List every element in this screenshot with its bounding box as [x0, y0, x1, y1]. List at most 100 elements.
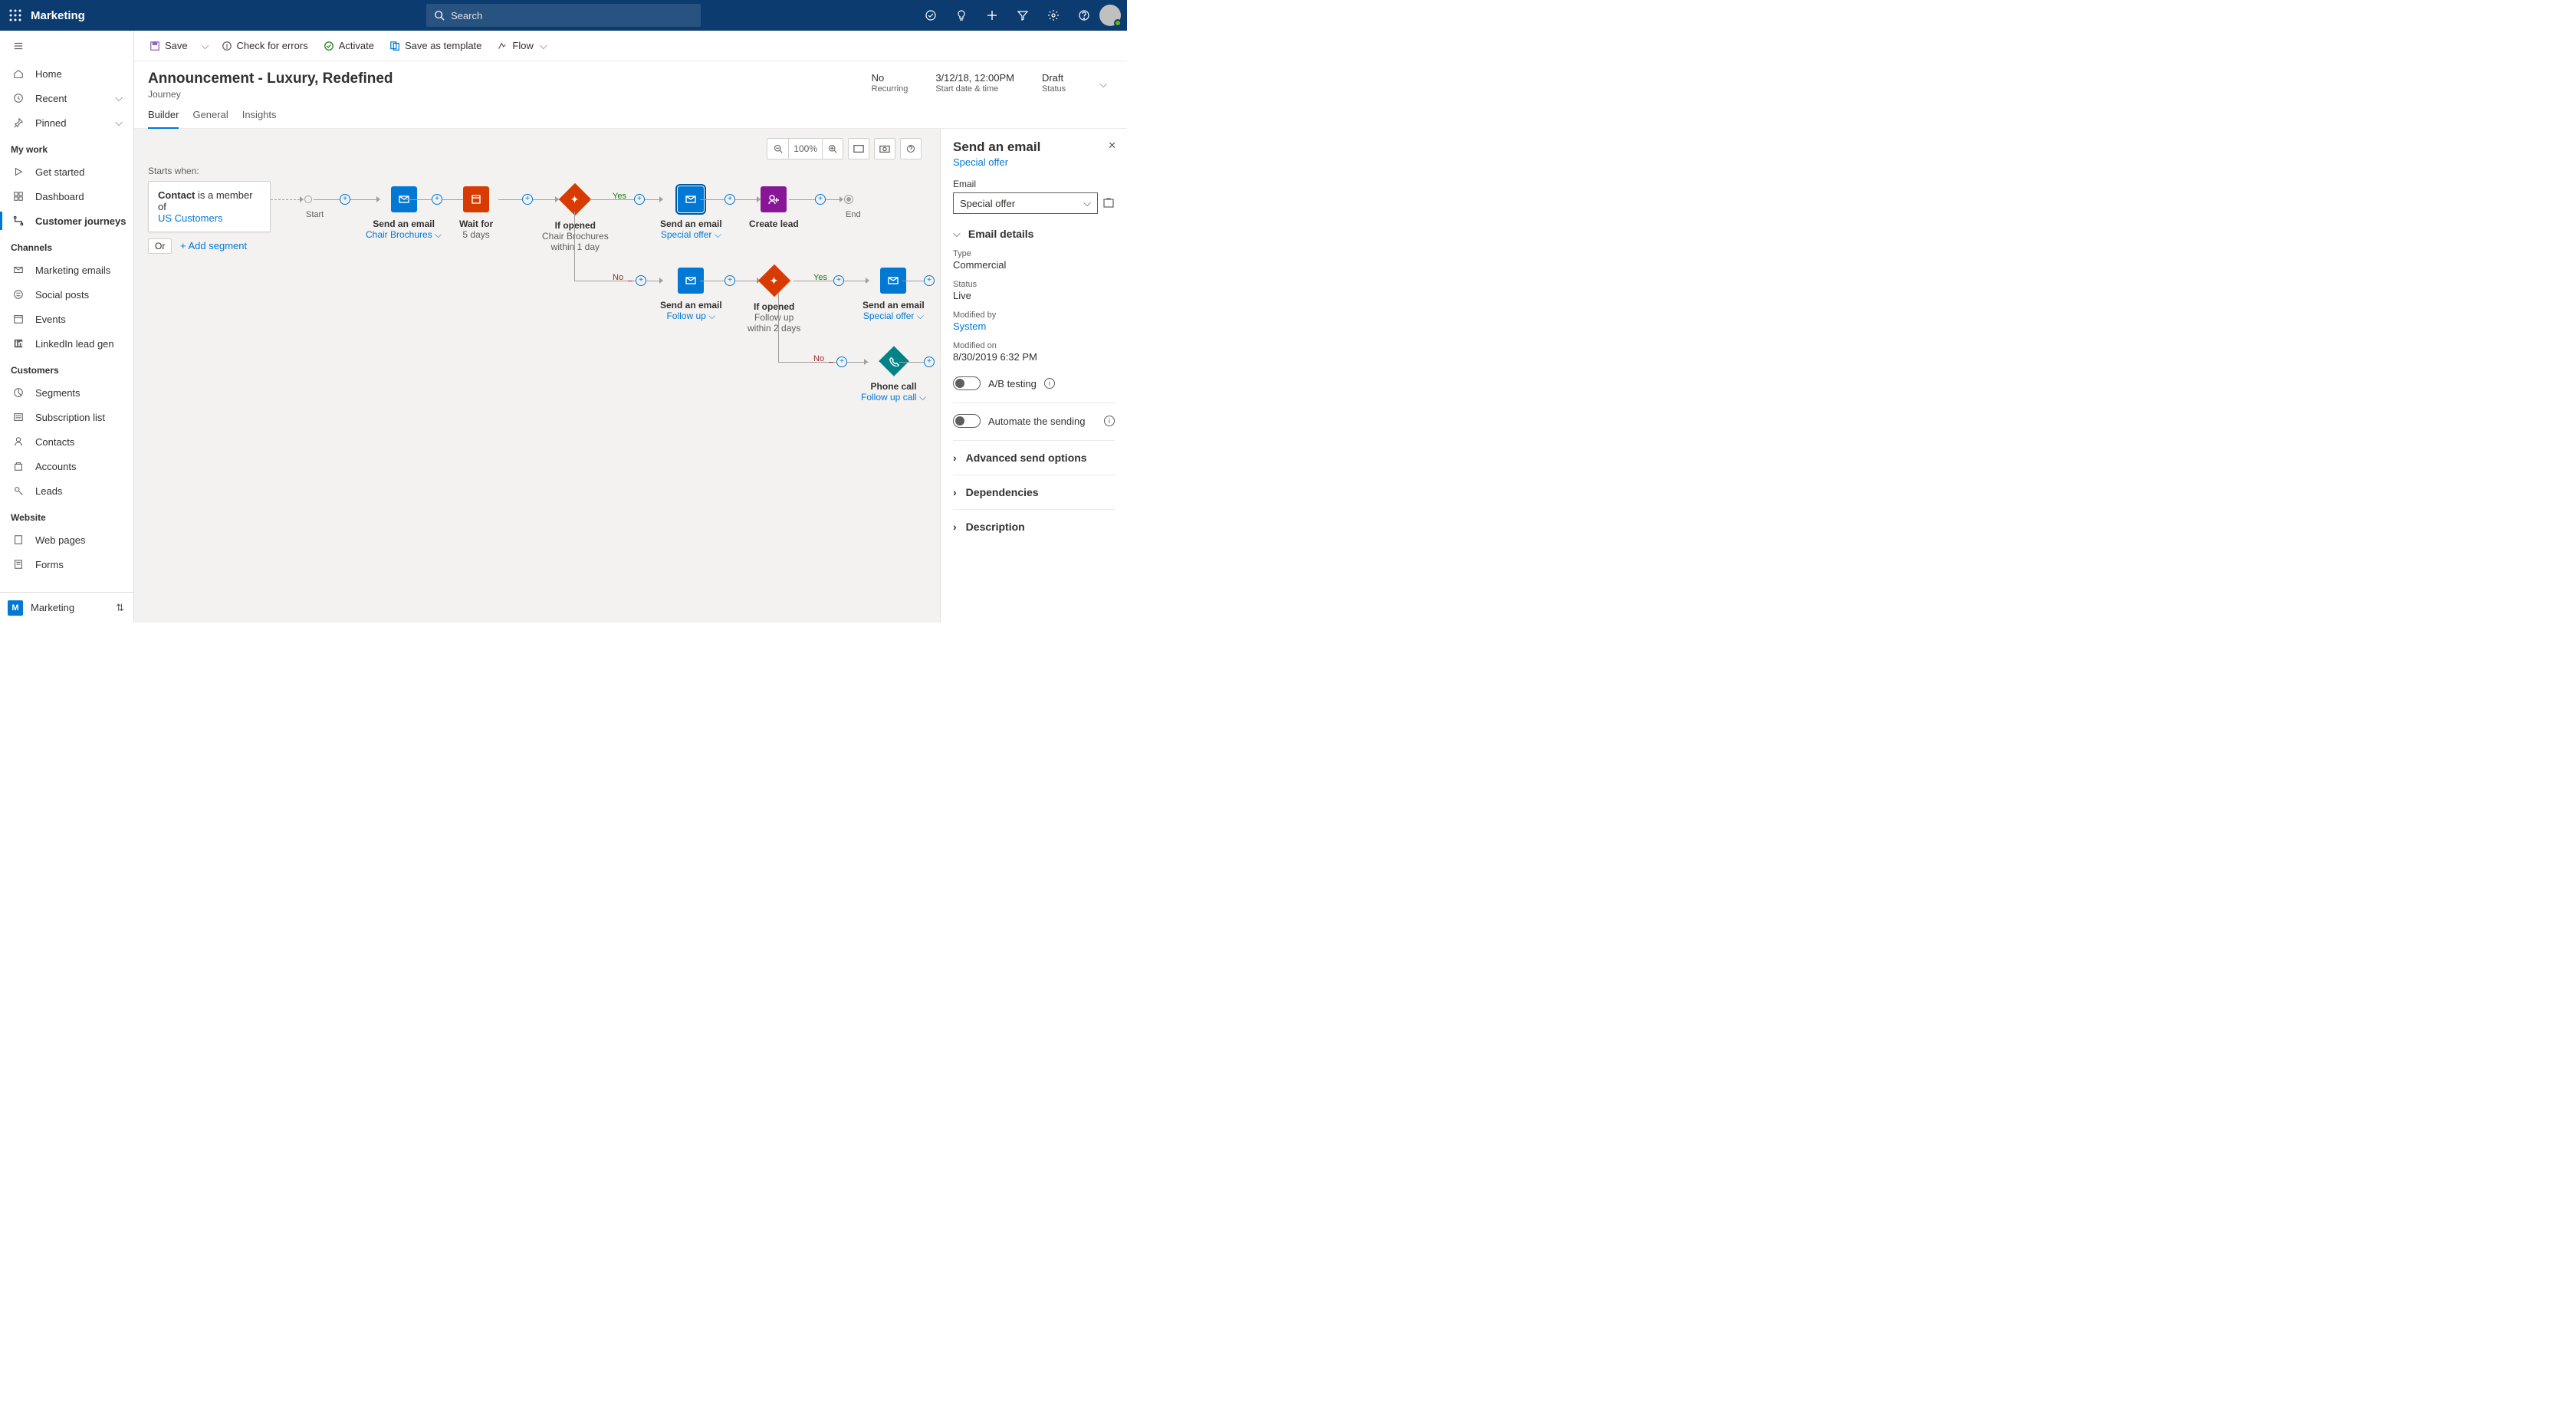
home-icon: [12, 67, 25, 80]
type-label: Type: [953, 249, 1115, 258]
email-details-accordion[interactable]: ⌵ Email details: [953, 228, 1115, 240]
lightbulb-icon[interactable]: [946, 0, 977, 31]
nav-recent[interactable]: Recent⌵: [0, 86, 133, 110]
description-accordion[interactable]: ›Description: [953, 510, 1115, 544]
account-icon: [12, 460, 25, 472]
ab-testing-toggle[interactable]: [953, 376, 981, 390]
nav-home[interactable]: Home: [0, 61, 133, 86]
help-icon[interactable]: [1069, 0, 1099, 31]
search-input[interactable]: Search: [426, 4, 701, 27]
add-step[interactable]: +: [836, 357, 847, 367]
dependencies-accordion[interactable]: ›Dependencies: [953, 475, 1115, 509]
save-dropdown[interactable]: ⌵: [197, 34, 212, 58]
nav-customer-journeys[interactable]: Customer journeys: [0, 209, 133, 233]
tab-general[interactable]: General: [192, 109, 228, 128]
nav-pinned[interactable]: Pinned⌵: [0, 110, 133, 135]
advanced-accordion[interactable]: ›Advanced send options: [953, 441, 1115, 475]
connector: [778, 293, 779, 362]
add-step[interactable]: +: [724, 194, 735, 205]
nav-events[interactable]: Events: [0, 307, 133, 331]
segment-link[interactable]: US Customers: [158, 212, 223, 224]
help-canvas-button[interactable]: [900, 138, 922, 159]
node-wait[interactable]: Wait for 5 days: [459, 186, 493, 240]
add-step[interactable]: +: [634, 194, 645, 205]
save-template-button[interactable]: Save as template: [383, 34, 488, 58]
tab-builder[interactable]: Builder: [148, 109, 179, 128]
nav-marketing-emails[interactable]: Marketing emails: [0, 258, 133, 282]
panel-link[interactable]: Special offer: [953, 156, 1115, 168]
node-email-2-link[interactable]: Special offer ⌵: [661, 229, 721, 241]
add-step[interactable]: +: [815, 194, 826, 205]
node-phone-call[interactable]: Phone call Follow up call ⌵: [861, 350, 926, 403]
play-icon: [12, 166, 25, 178]
pin-icon: [12, 117, 25, 129]
fit-button[interactable]: [848, 138, 869, 159]
node-email-1[interactable]: Send an email Chair Brochures ⌵: [366, 186, 442, 241]
filter-icon[interactable]: [1007, 0, 1038, 31]
zoom-in-button[interactable]: [822, 138, 843, 159]
tab-insights[interactable]: Insights: [242, 109, 277, 128]
add-icon[interactable]: [977, 0, 1007, 31]
section-customers: Customers: [0, 356, 133, 380]
close-panel[interactable]: ✕: [1108, 140, 1116, 152]
add-step[interactable]: +: [340, 194, 350, 205]
hamburger-icon[interactable]: [12, 40, 25, 52]
add-step[interactable]: +: [432, 194, 442, 205]
app-launcher[interactable]: [0, 0, 31, 31]
add-step[interactable]: +: [522, 194, 533, 205]
starts-when-label: Starts when:: [148, 166, 199, 176]
add-step[interactable]: +: [636, 275, 646, 286]
nav-segments[interactable]: Segments: [0, 380, 133, 405]
add-step[interactable]: +: [924, 275, 935, 286]
modified-by-value[interactable]: System: [953, 320, 1115, 332]
node-create-lead[interactable]: Create lead: [749, 186, 799, 229]
check-errors-button[interactable]: Check for errors: [215, 34, 314, 58]
node-email-3[interactable]: Send an email Follow up ⌵: [660, 268, 722, 322]
open-record-icon[interactable]: [1102, 197, 1115, 209]
settings-icon[interactable]: [1038, 0, 1069, 31]
nav-get-started[interactable]: Get started: [0, 159, 133, 184]
automate-toggle[interactable]: [953, 414, 981, 428]
modified-on-value: 8/30/2019 6:32 PM: [953, 351, 1115, 363]
wait-icon: [463, 186, 489, 212]
node-email-3-link[interactable]: Follow up ⌵: [666, 311, 715, 322]
add-segment-button[interactable]: + Add segment: [180, 240, 247, 251]
nav-accounts[interactable]: Accounts: [0, 454, 133, 478]
nav-forms[interactable]: Forms: [0, 552, 133, 577]
info-icon[interactable]: i: [1044, 378, 1055, 389]
zoom-level[interactable]: 100%: [788, 138, 822, 159]
email-select[interactable]: Special offer ⌵: [953, 192, 1098, 214]
node-call-link[interactable]: Follow up call ⌵: [861, 392, 926, 403]
node-email-1-link[interactable]: Chair Brochures ⌵: [366, 229, 442, 241]
node-email-4[interactable]: Send an email Special offer ⌵: [863, 268, 925, 322]
segment-card[interactable]: Contact is a member of US Customers: [148, 181, 271, 232]
add-step[interactable]: +: [924, 357, 935, 367]
zoom-out-button[interactable]: [767, 138, 788, 159]
automate-label: Automate the sending: [988, 416, 1085, 427]
add-step[interactable]: +: [724, 275, 735, 286]
flow-icon: [497, 41, 508, 51]
node-if-opened-1[interactable]: ✦ If opened Chair Brochures within 1 day: [542, 188, 609, 252]
activate-button[interactable]: Activate: [317, 34, 380, 58]
assistant-icon[interactable]: [915, 0, 946, 31]
add-step[interactable]: +: [833, 275, 844, 286]
nav-dashboard[interactable]: Dashboard: [0, 184, 133, 209]
panel-title: Send an email: [953, 140, 1115, 155]
app-switcher[interactable]: M Marketing ⇅: [0, 592, 133, 623]
save-button[interactable]: Save: [143, 34, 194, 58]
nav-contacts[interactable]: Contacts: [0, 429, 133, 454]
nav-leads[interactable]: Leads: [0, 478, 133, 503]
nav-linkedin[interactable]: LinkedIn lead gen: [0, 331, 133, 356]
node-email-2[interactable]: Send an email Special offer ⌵: [660, 186, 722, 241]
nav-social-posts[interactable]: Social posts: [0, 282, 133, 307]
node-email-4-link[interactable]: Special offer ⌵: [863, 311, 924, 322]
expand-header[interactable]: ⌵: [1093, 72, 1113, 97]
flow-button[interactable]: Flow⌵: [491, 34, 553, 58]
info-icon[interactable]: i: [1104, 416, 1115, 426]
nav-subscription-list[interactable]: Subscription list: [0, 405, 133, 429]
node-if-opened-2[interactable]: ✦ If opened Follow up within 2 days: [748, 269, 800, 334]
yes-label: Yes: [613, 192, 626, 201]
user-avatar[interactable]: [1099, 5, 1121, 26]
snapshot-button[interactable]: [874, 138, 895, 159]
nav-web-pages[interactable]: Web pages: [0, 527, 133, 552]
